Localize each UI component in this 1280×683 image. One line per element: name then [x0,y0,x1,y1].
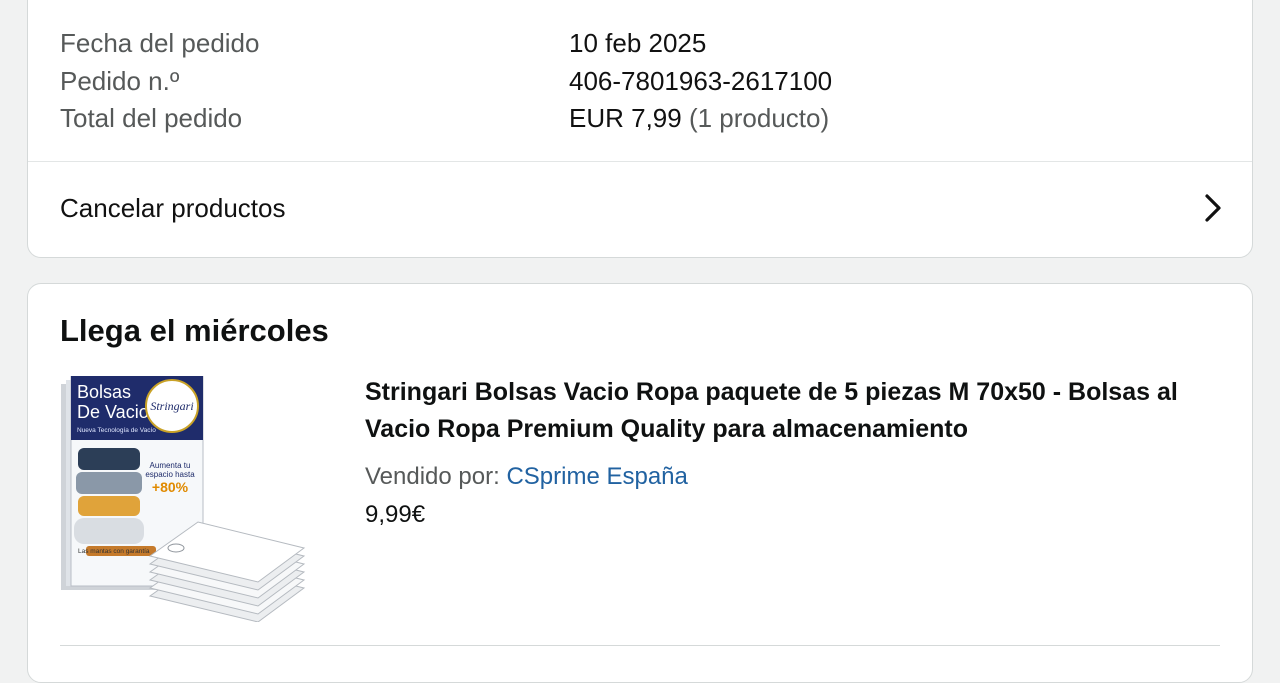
order-total-item-count: (1 producto) [688,103,830,133]
seller-link[interactable]: CSprime España [506,463,687,490]
seller-info: Vendido por: CSprime España [365,460,688,494]
seller-prefix: Vendido por: [365,463,500,490]
product-clothes-orange [78,496,140,516]
product-badge-line1: Aumenta tu [150,461,191,470]
product-pillow [74,518,144,544]
divider [60,645,1220,646]
cancel-products-button[interactable]: Cancelar productos [28,162,1252,259]
product-clothes-grey [76,472,142,494]
order-number-label: Pedido n.º [60,65,180,96]
order-total-label: Total del pedido [60,103,243,133]
order-number-value: 406-7801963-2617100 [569,65,833,96]
delivery-heading: Llega el miércoles [60,313,329,348]
order-total-value-group: EUR 7,99 (1 producto) [569,100,829,138]
order-date-row: Fecha del pedido 10 feb 2025 [60,25,1220,63]
order-summary-card: Fecha del pedido 10 feb 2025 Pedido n.º … [27,0,1253,258]
product-box-footer: Las mantas con garantía [78,548,150,555]
product-box-title-line1: Bolsas [77,382,131,402]
product-box-title-line2: De Vacio [77,402,149,422]
product-image[interactable]: Bolsas De Vacio Nueva Tecnología de Vací… [58,376,308,622]
order-date-value: 10 feb 2025 [569,28,707,58]
order-total-row: Total del pedido EUR 7,99 (1 producto) [60,100,1220,138]
product-price: 9,99€ [365,501,426,528]
chevron-right-icon [1205,194,1221,222]
delivery-card: Llega el miércoles Bolsas De Vacio Nueva… [27,283,1253,683]
order-date-label: Fecha del pedido [60,28,260,58]
order-details: Fecha del pedido 10 feb 2025 Pedido n.º … [60,25,1220,138]
product-badge-line2: espacio hasta [145,470,195,479]
product-clothes-dark [78,448,140,470]
product-box-subtitle: Nueva Tecnología de Vacío [77,427,156,434]
product-title-link[interactable]: Stringari Bolsas Vacio Ropa paquete de 5… [365,374,1235,448]
product-brand-label: Stringari [150,399,193,413]
order-total-value: EUR 7,99 [569,103,682,133]
order-number-row: Pedido n.º 406-7801963-2617100 [60,63,1220,101]
cancel-products-label: Cancelar productos [60,193,286,223]
product-badge-value: +80% [152,479,189,495]
